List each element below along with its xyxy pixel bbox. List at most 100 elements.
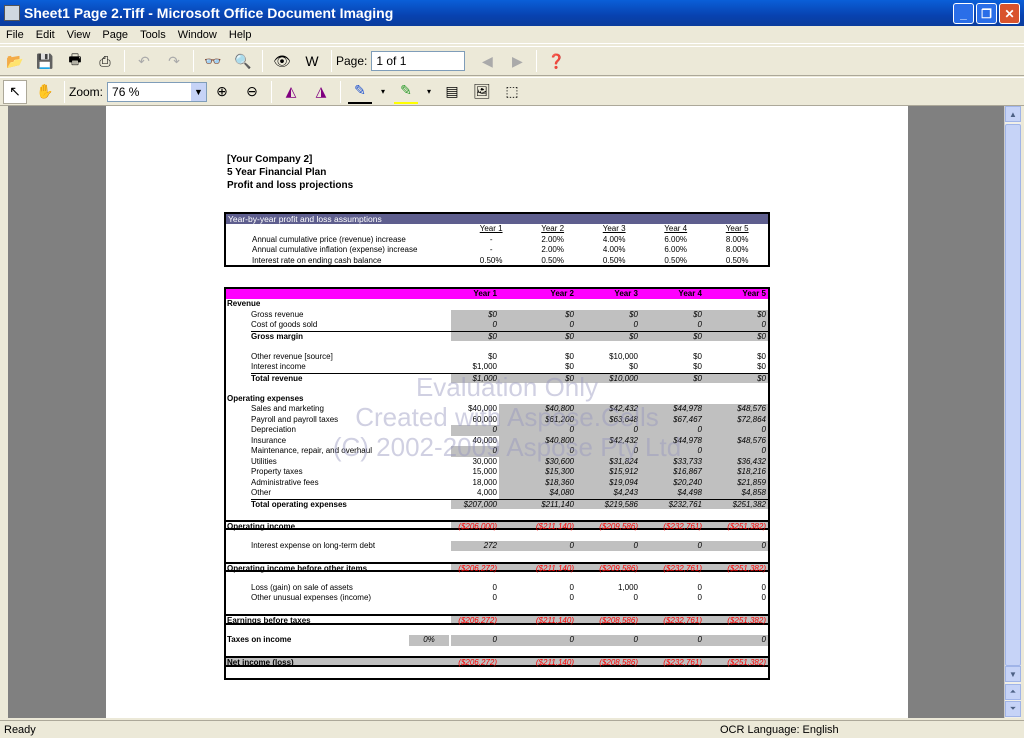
cell-value: $10,000 [576,372,640,383]
window-title: Sheet1 Page 2.Tiff - Microsoft Office Do… [24,5,394,21]
cell-value: 0.50% [725,255,749,265]
cell-value: ($206,272) [451,658,499,667]
cell-value: 0 [640,320,704,331]
pan-hand-icon[interactable]: ✋ [33,80,57,104]
year-header: Year 3 [614,289,638,298]
page-label: Page: [336,54,368,68]
menu-help[interactable]: Help [223,29,258,41]
cell-value: 0 [451,635,499,646]
cell-value: $63,648 [576,414,640,425]
row-label: Other revenue [source] [251,351,333,361]
select-pointer-icon[interactable]: ↖ [3,79,27,104]
plan-title: 5 Year Financial Plan [227,167,327,178]
cell-value: $1,000 [472,362,497,371]
blank-row [226,604,768,615]
year-header: Year 4 [678,289,702,298]
menu-page[interactable]: Page [96,29,134,41]
cell-value: 4.00% [602,234,626,244]
open-icon[interactable]: 📂 [3,49,27,73]
year-header-row: Year 1 Year 2 Year 3 Year 4 Year 5 [226,289,768,299]
previous-page-icon[interactable]: ◀ [475,49,499,73]
page-input[interactable]: 1 of 1 [371,51,466,71]
row-label: Maintenance, repair, and overhaul [251,446,372,455]
next-page-scroll-icon[interactable]: ⏷ [1005,701,1021,717]
table-row: Operating income before other items ($206… [226,561,768,573]
cell-value: ($251,382) [704,563,768,573]
menu-file[interactable]: File [0,29,30,41]
cell-value: $0 [488,351,497,361]
maximize-button[interactable]: ❐ [976,3,997,24]
cell-value: $4,498 [640,488,704,499]
cell-value: $0 [757,362,766,371]
row-label: Interest expense on long-term debt [251,540,376,550]
menu-tools[interactable]: Tools [134,29,172,41]
menu-edit[interactable]: Edit [30,29,61,41]
menu-window[interactable]: Window [172,29,223,41]
cell-value: 2.00% [541,234,564,244]
help-icon[interactable]: ❓ [544,49,568,73]
row-label: Operating income before other items [227,563,368,573]
text-box-icon[interactable]: ▤ [440,80,464,104]
cell-value: $251,382 [704,498,768,509]
send-to-word-icon[interactable]: W [300,49,324,73]
cell-value: $0 [576,309,640,320]
select-region-icon[interactable]: ⬚ [500,80,524,104]
cell-value: 60,000 [472,414,497,424]
cell-value: $40,800 [499,404,576,415]
row-label: Depreciation [251,425,296,434]
cell-value: ($232,761) [640,658,704,667]
cell-value: $0 [693,362,702,371]
pen-dropdown-icon[interactable]: ▾ [378,80,388,104]
separator [262,50,263,72]
cell-value: $0 [451,330,499,341]
rotate-right-icon[interactable]: ◮ [309,80,333,104]
cell-value: 0 [640,446,704,457]
plan-subtitle: Profit and loss projections [227,180,354,191]
cell-value: - [489,245,493,254]
scroll-up-icon[interactable]: ▲ [1005,106,1021,122]
picture-icon[interactable]: 🖼 [470,80,494,104]
cell-value: 0 [697,582,702,592]
find-icon[interactable]: 🔍 [231,49,255,73]
cell-value: $67,467 [640,414,704,425]
highlighter-icon[interactable]: ✎ [394,80,419,104]
row-label: Operating income [227,521,296,531]
close-button[interactable]: ✕ [999,3,1020,24]
cell-value: $18,216 [704,467,768,478]
next-page-icon[interactable]: ▶ [505,49,529,73]
cell-value: $36,432 [704,456,768,467]
save-icon[interactable]: 💾 [33,49,57,73]
undo-icon[interactable]: ↶ [132,49,156,73]
print-icon[interactable]: 🖶 [63,49,87,73]
read-icon[interactable]: 👓 [201,49,225,73]
blank-row [226,551,768,562]
zoom-in-icon[interactable]: ⊕ [210,80,234,104]
assumption-row: Interest rate on ending cash balance 0.50… [226,256,768,267]
scroll-thumb[interactable] [1005,124,1021,666]
recognize-text-icon[interactable]: 👁 [270,49,294,73]
scan-icon[interactable]: ⎙ [93,49,117,73]
table-row: Gross revenue $0 $0 $0 $0 $0 [226,309,768,320]
cell-value: 0.50% [602,255,626,265]
chevron-down-icon[interactable]: ▼ [191,82,207,101]
table-row: Loss (gain) on sale of assets 0 0 1,000 0 0 [226,583,768,594]
table-row: Other revenue [source] $0 $0 $10,000 $0 $0 [226,352,768,363]
rotate-left-icon[interactable]: ◭ [279,80,303,104]
assumption-row: Annual cumulative inflation (expense) in… [226,245,768,256]
redo-icon[interactable]: ↷ [162,49,186,73]
cell-value: 0 [704,635,768,646]
vertical-scrollbar[interactable]: ▲ ▼ ⏶ ⏷ [1004,106,1021,718]
scroll-down-icon[interactable]: ▼ [1005,666,1021,682]
zoom-select[interactable]: 76 % ▼ [107,81,208,102]
separator [64,80,65,103]
previous-page-scroll-icon[interactable]: ⏶ [1005,684,1021,700]
cell-value: $42,432 [576,435,640,446]
menu-view[interactable]: View [61,29,97,41]
cell-value: $0 [704,372,768,383]
pen-icon[interactable]: ✎ [348,80,373,104]
highlighter-dropdown-icon[interactable]: ▾ [424,80,434,104]
cell-value: $4,080 [499,488,576,499]
minimize-button[interactable]: _ [953,3,974,24]
zoom-out-icon[interactable]: ⊖ [240,80,264,104]
profit-loss-table: Year 1 Year 2 Year 3 Year 4 Year 5 Revenue Gro… [224,287,770,680]
